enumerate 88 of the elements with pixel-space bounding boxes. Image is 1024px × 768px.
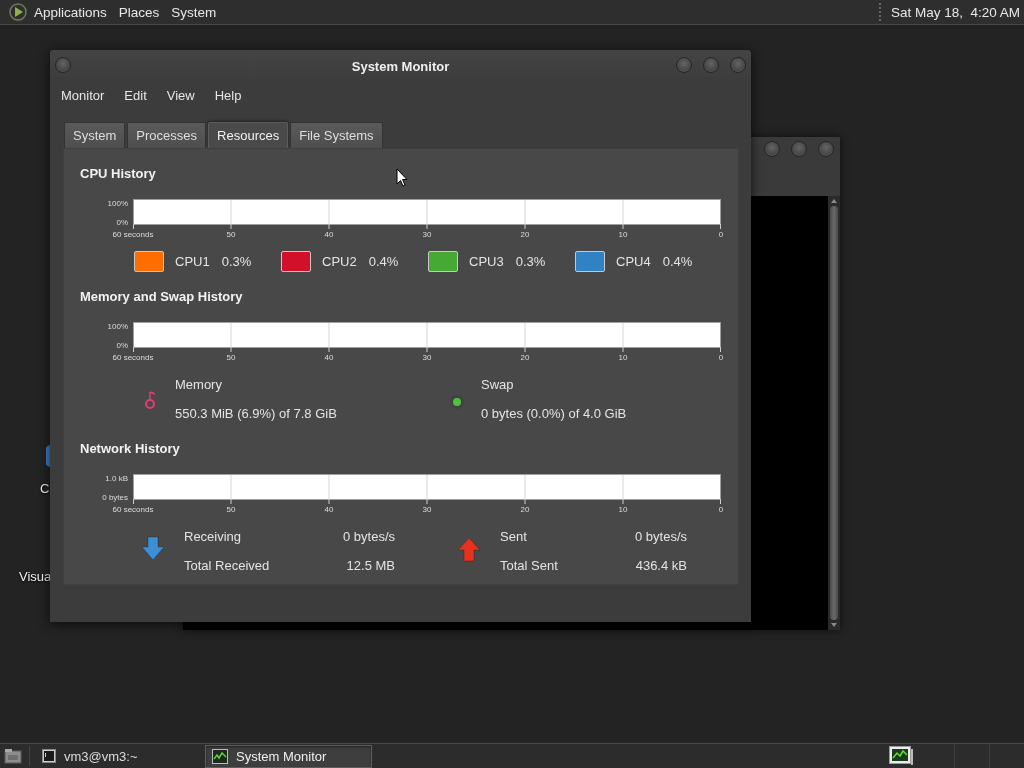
section-heading: Network History xyxy=(80,440,180,458)
axis-label: 50 xyxy=(226,505,236,515)
axis-label: 60 seconds xyxy=(112,230,154,240)
terminal-icon xyxy=(42,749,56,763)
mouse-pointer-icon xyxy=(396,168,408,187)
tab[interactable]: Processes xyxy=(127,122,207,148)
down-caret-icon[interactable] xyxy=(831,623,837,627)
tab[interactable]: Resources xyxy=(208,122,289,148)
desktop-icon-edge xyxy=(46,445,50,467)
system-monitor-applet[interactable] xyxy=(888,745,914,767)
axis-label: 50 xyxy=(226,353,236,363)
clock[interactable]: Sat May 18, 4:20 AM xyxy=(890,4,1020,20)
axis-label: 30 xyxy=(422,505,432,515)
network-label: Sent xyxy=(500,528,527,546)
round-window-button[interactable] xyxy=(818,141,834,157)
axis-label: 0 bytes xyxy=(102,493,128,502)
menu-item[interactable]: Help xyxy=(204,84,252,106)
usage-value: 0 bytes (0.0%) of 4.0 GiB xyxy=(481,405,627,423)
axis-label: 0 xyxy=(718,505,724,515)
network-label: Receiving xyxy=(184,528,242,546)
legend-label: CPU4 xyxy=(616,252,651,271)
axis-label: 20 xyxy=(520,230,530,240)
legend-value: 0.3% xyxy=(221,252,252,271)
legend-label: CPU2 xyxy=(322,252,357,271)
usage-label: Memory xyxy=(175,376,222,394)
axis-label: 20 xyxy=(520,353,530,363)
section-heading: Memory and Swap History xyxy=(80,288,243,306)
axis-label: 0% xyxy=(116,341,128,350)
round-window-button[interactable] xyxy=(764,141,780,157)
network-value: 0 bytes/s xyxy=(634,528,687,546)
round-window-button[interactable] xyxy=(676,57,692,73)
usage-label: Swap xyxy=(481,376,514,394)
color-swatch-icon[interactable] xyxy=(428,251,458,272)
axis-label: 40 xyxy=(324,353,334,363)
color-swatch-icon[interactable] xyxy=(134,251,164,272)
menu-item[interactable]: Monitor xyxy=(51,84,115,106)
network-label: Total Received xyxy=(184,557,270,575)
up-caret-icon[interactable] xyxy=(831,199,837,203)
legend-label: CPU3 xyxy=(469,252,504,271)
graph-monitor-icon xyxy=(212,748,228,764)
axis-label: 50 xyxy=(226,230,236,240)
legend-label: CPU1 xyxy=(175,252,210,271)
round-window-button[interactable] xyxy=(791,141,807,157)
taskbar-task[interactable]: System Monitor xyxy=(205,744,372,768)
tab[interactable]: File Systems xyxy=(290,122,383,148)
menu-item[interactable]: Edit xyxy=(114,84,157,106)
network-value: 12.5 MB xyxy=(346,557,395,575)
window-title: System Monitor xyxy=(351,58,450,74)
round-window-button[interactable] xyxy=(730,57,746,73)
legend-value: 0.4% xyxy=(368,252,399,271)
tab[interactable]: System xyxy=(64,122,126,148)
usage-value: 550.3 MiB (6.9%) of 7.8 GiB xyxy=(175,405,337,423)
panel-menu[interactable]: System xyxy=(165,1,223,23)
axis-label: 30 xyxy=(422,230,432,240)
axis-label: 10 xyxy=(618,230,628,240)
axis-label: 30 xyxy=(422,353,432,363)
desktop-icon-label[interactable]: Visua xyxy=(19,569,52,584)
color-swatch-icon[interactable] xyxy=(575,251,605,272)
play-circle-icon[interactable] xyxy=(8,2,28,22)
axis-label: 20 xyxy=(520,505,530,515)
color-swatch-icon[interactable] xyxy=(281,251,311,272)
axis-label: 0 xyxy=(718,353,724,363)
desktop-icon-label[interactable]: C xyxy=(40,481,50,496)
legend-value: 0.4% xyxy=(662,252,693,271)
panel-menu[interactable]: Applications xyxy=(28,1,113,23)
section-heading: CPU History xyxy=(80,165,156,183)
network-label: Total Sent xyxy=(500,557,558,575)
menu-item[interactable]: View xyxy=(156,84,205,106)
round-window-button[interactable] xyxy=(55,57,71,73)
axis-label: 0% xyxy=(116,218,128,227)
axis-label: 100% xyxy=(107,322,128,331)
round-window-button[interactable] xyxy=(703,57,719,73)
panel-menu[interactable]: Places xyxy=(112,1,166,23)
network-value: 0 bytes/s xyxy=(342,528,395,546)
axis-label: 60 seconds xyxy=(112,505,154,515)
axis-label: 40 xyxy=(324,505,334,515)
legend-value: 0.3% xyxy=(515,252,546,271)
scrollbar[interactable] xyxy=(828,196,840,630)
axis-label: 10 xyxy=(618,353,628,363)
axis-label: 60 seconds xyxy=(112,353,154,363)
axis-label: 100% xyxy=(107,199,128,208)
network-value: 436.4 kB xyxy=(635,557,687,575)
axis-label: 40 xyxy=(324,230,334,240)
axis-label: 1.0 kB xyxy=(105,474,128,483)
axis-label: 0 xyxy=(718,230,724,240)
taskbar-task[interactable]: vm3@vm3:~ xyxy=(35,744,202,768)
axis-label: 10 xyxy=(618,505,628,515)
scrollbar-thumb[interactable] xyxy=(830,206,838,620)
